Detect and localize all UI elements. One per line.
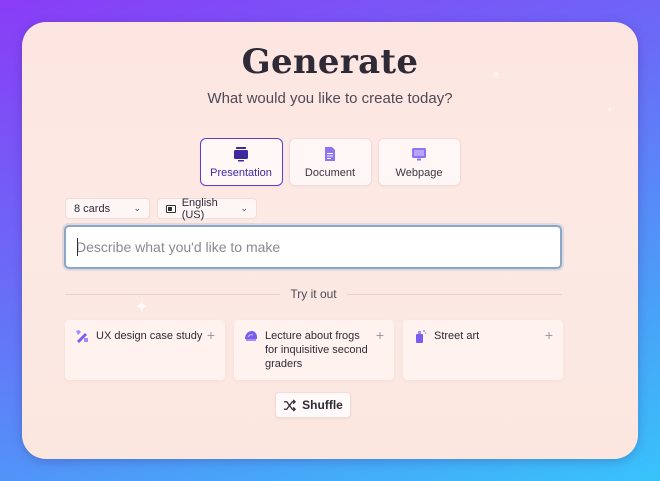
example-text: Lecture about frogs for inquisitive seco… [265,330,368,370]
flag-icon [166,204,176,213]
example-prompts: UX design case study + Lecture about fro… [65,320,563,380]
sparkle-decoration: ✦ [607,107,613,114]
shuffle-label: Shuffle [302,398,343,412]
generate-panel: ✦ ✦ ✦ Generate What would you like to cr… [22,22,638,459]
brain-icon [245,331,257,341]
example-card[interactable]: Street art + [403,320,563,380]
type-document-button[interactable]: Document [288,138,372,186]
document-icon [325,146,335,161]
example-text: Street art [434,330,480,342]
prompt-field[interactable] [64,225,562,269]
type-label: Webpage [395,166,443,179]
type-label: Presentation [210,166,272,179]
divider-line [65,293,281,295]
example-text: UX design case study [96,330,203,342]
divider-line [346,293,563,295]
plus-icon: + [206,327,215,343]
shuffle-icon [284,398,297,412]
language-select[interactable]: English (US) ⌄ [157,196,257,221]
presentation-icon [234,146,248,161]
spray-can-icon [416,330,427,343]
type-presentation-button[interactable]: Presentation [199,138,283,186]
shuffle-button[interactable]: Shuffle [275,392,351,418]
try-it-out-divider: Try it out [65,287,563,301]
chevron-down-icon: ⌄ [133,203,141,213]
design-tools-icon [76,330,88,343]
webpage-icon [412,147,426,160]
language-value: English (US) [181,196,218,221]
page-subtitle: What would you like to create today? [207,90,453,107]
plus-icon: + [544,327,553,343]
plus-icon: + [375,327,384,343]
prompt-input[interactable] [76,239,550,255]
card-count-select[interactable]: 8 cards ⌄ [65,198,150,219]
chevron-down-icon: ⌄ [240,203,248,213]
generation-options: 8 cards ⌄ English (US) ⌄ [65,196,257,221]
content-type-selector: Presentation Document Webpage [22,138,638,186]
try-it-out-label: Try it out [290,287,337,301]
type-webpage-button[interactable]: Webpage [377,138,461,186]
card-count-value: 8 cards [74,202,111,215]
page-title: Generate [241,42,419,82]
text-caret [77,238,78,256]
type-label: Document [304,166,356,179]
example-card[interactable]: UX design case study + [65,320,225,380]
example-card[interactable]: Lecture about frogs for inquisitive seco… [234,320,394,380]
